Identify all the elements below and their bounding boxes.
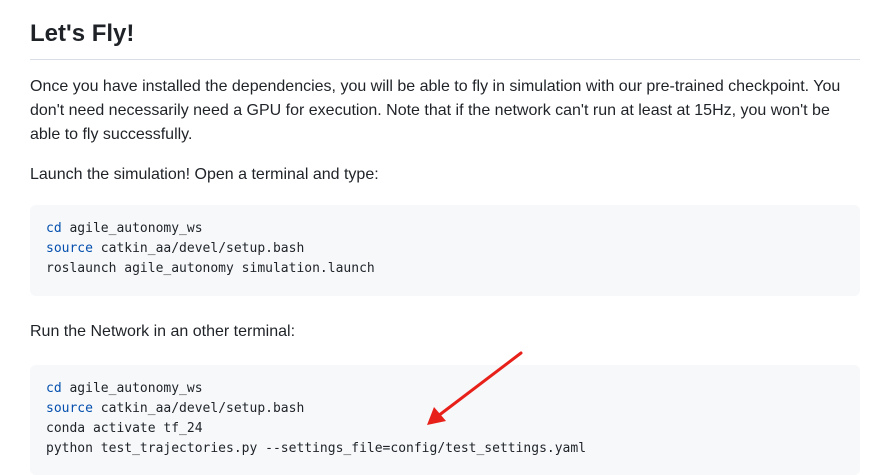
code-line-3: conda activate tf_24 xyxy=(46,421,203,436)
code-keyword: source xyxy=(46,401,93,416)
code-keyword: cd xyxy=(46,221,62,236)
section-heading: Let's Fly! xyxy=(30,0,860,60)
code-line-3: roslaunch agile_autonomy simulation.laun… xyxy=(46,261,375,276)
launch-instructions: Launch the simulation! Open a terminal a… xyxy=(30,166,379,183)
code-line-4: python test_trajectories.py --settings_f… xyxy=(46,441,587,456)
code-line-2: source catkin_aa/devel/setup.bash xyxy=(46,239,844,259)
code-text: agile_autonomy_ws xyxy=(61,381,203,396)
code-line-1: cd agile_autonomy_ws xyxy=(46,379,844,399)
readme-content: Let's Fly! Once you have installed the d… xyxy=(30,0,860,475)
network-instructions: Run the Network in an other terminal: xyxy=(30,323,296,340)
code-block-network[interactable]: cd agile_autonomy_ws source catkin_aa/dev… xyxy=(30,365,860,475)
code-line-1: cd agile_autonomy_ws xyxy=(46,219,844,239)
code-line-2: source catkin_aa/devel/setup.bash xyxy=(46,399,844,419)
code-keyword: cd xyxy=(46,381,62,396)
code-text: catkin_aa/devel/setup.bash xyxy=(92,241,305,256)
code-text: catkin_aa/devel/setup.bash xyxy=(92,401,305,416)
code-text: agile_autonomy_ws xyxy=(61,221,203,236)
code-block-launch[interactable]: cd agile_autonomy_ws source catkin_aa/dev… xyxy=(30,205,860,296)
intro-paragraph: Once you have installed the dependencies… xyxy=(30,78,841,143)
code-keyword: source xyxy=(46,241,93,256)
